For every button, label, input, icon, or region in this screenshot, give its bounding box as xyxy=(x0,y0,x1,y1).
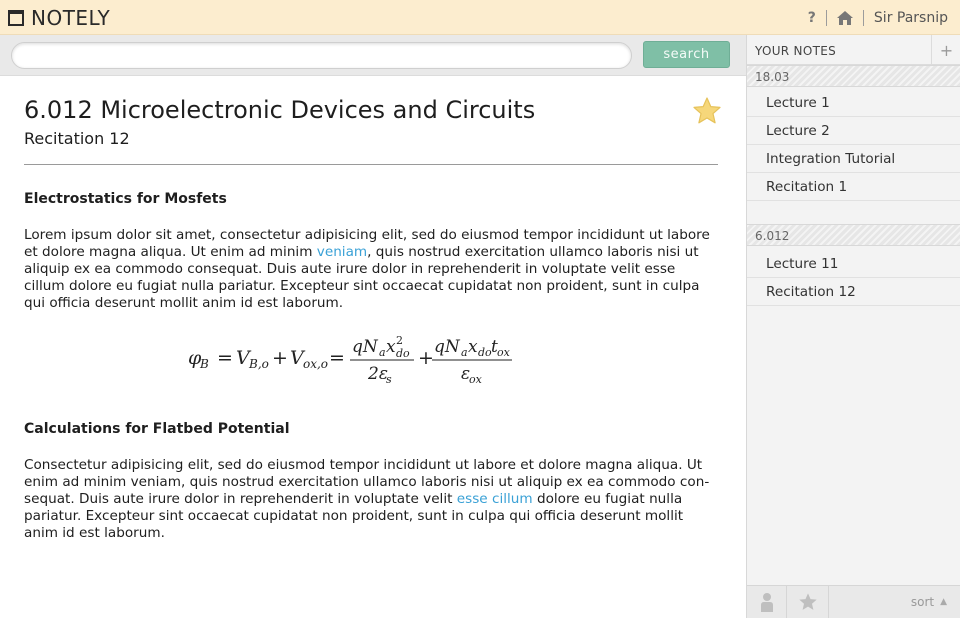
note-subtitle[interactable]: Recitation 12 xyxy=(24,129,130,148)
sidebar-title: YOUR NOTES xyxy=(755,44,837,58)
svg-text:=: = xyxy=(217,347,233,369)
equation: φ B = V B,o + V ox,o = qN a x 2 do 2ε s … xyxy=(188,334,512,386)
svg-text:x: x xyxy=(386,337,396,357)
sort-label: sort xyxy=(910,595,935,609)
title-divider xyxy=(24,164,718,165)
filter-starred-button[interactable] xyxy=(787,586,829,618)
home-icon xyxy=(836,11,853,25)
svg-text:ox: ox xyxy=(469,373,483,386)
svg-text:=: = xyxy=(329,347,345,369)
svg-text:do: do xyxy=(478,346,492,359)
sort-button[interactable]: sort ▲ xyxy=(911,595,947,609)
svg-text:ox: ox xyxy=(497,346,511,359)
caret-up-icon: ▲ xyxy=(940,597,947,607)
sidebar-note-item[interactable]: Recitation 12 xyxy=(747,278,960,306)
paragraph[interactable]: Lorem ipsum dolor sit amet, consectetur … xyxy=(24,227,718,312)
svg-text:B: B xyxy=(199,357,209,371)
sidebar-note-item[interactable]: Lecture 2 xyxy=(747,117,960,145)
filter-person-button[interactable] xyxy=(747,586,787,618)
note-editor: 6.012 Microelectronic Devices and Circui… xyxy=(0,76,746,618)
svg-text:qN: qN xyxy=(434,337,461,357)
add-note-button[interactable]: + xyxy=(931,35,960,65)
notebook-group-header[interactable]: 6.012 xyxy=(747,224,960,246)
svg-text:a: a xyxy=(379,346,386,359)
svg-text:2: 2 xyxy=(396,334,403,347)
user-name-link[interactable]: Sir Parsnip xyxy=(864,10,948,26)
notebook-group-header[interactable]: 18.03 xyxy=(747,65,960,87)
notes-sidebar: YOUR NOTES + 18.03 Lecture 1 Lecture 2 I… xyxy=(746,35,960,618)
sidebar-footer: sort ▲ xyxy=(747,585,960,618)
note-title[interactable]: 6.012 Microelectronic Devices and Circui… xyxy=(24,96,535,124)
svg-text:ox,o: ox,o xyxy=(303,357,328,371)
sidebar-note-item[interactable]: Integration Tutorial xyxy=(747,145,960,173)
inline-link[interactable]: esse cillum xyxy=(457,491,533,507)
search-bar: search xyxy=(0,35,746,76)
svg-text:a: a xyxy=(461,346,468,359)
svg-text:x: x xyxy=(468,337,478,357)
app-logo[interactable]: NOTELY xyxy=(8,6,111,30)
svg-text:B,o: B,o xyxy=(248,357,269,371)
top-right-controls: ? Sir Parsnip xyxy=(798,8,948,28)
top-bar: NOTELY ? Sir Parsnip xyxy=(0,0,960,35)
inline-link[interactable]: veniam xyxy=(317,244,367,260)
sidebar-header: YOUR NOTES + xyxy=(747,35,960,65)
notebook-icon xyxy=(8,10,24,26)
person-icon xyxy=(760,593,773,612)
section-heading: Electrostatics for Mosfets xyxy=(24,191,227,207)
svg-text:2ε: 2ε xyxy=(367,364,388,384)
section-heading: Calculations for Flatbed Potential xyxy=(24,421,290,437)
star-icon xyxy=(693,97,721,124)
home-button[interactable] xyxy=(827,11,863,25)
svg-text:+: + xyxy=(272,347,288,369)
notebook-group-name: 18.03 xyxy=(755,70,790,84)
help-button[interactable]: ? xyxy=(798,10,826,26)
svg-text:do: do xyxy=(396,347,410,360)
favorite-button[interactable] xyxy=(692,96,722,126)
svg-text:qN: qN xyxy=(352,337,379,357)
star-icon xyxy=(798,593,817,610)
sidebar-note-item[interactable]: Lecture 11 xyxy=(747,250,960,278)
svg-text:s: s xyxy=(386,373,392,386)
notebook-group-name: 6.012 xyxy=(755,229,790,243)
search-input[interactable] xyxy=(11,42,632,69)
svg-text:+: + xyxy=(418,347,434,369)
search-button[interactable]: search xyxy=(643,41,730,68)
paragraph[interactable]: Consectetur adipisicing elit, sed do eiu… xyxy=(24,457,718,542)
sidebar-note-item[interactable]: Lecture 1 xyxy=(747,89,960,117)
sidebar-note-item[interactable]: Recitation 1 xyxy=(747,173,960,201)
app-name: NOTELY xyxy=(31,6,111,30)
